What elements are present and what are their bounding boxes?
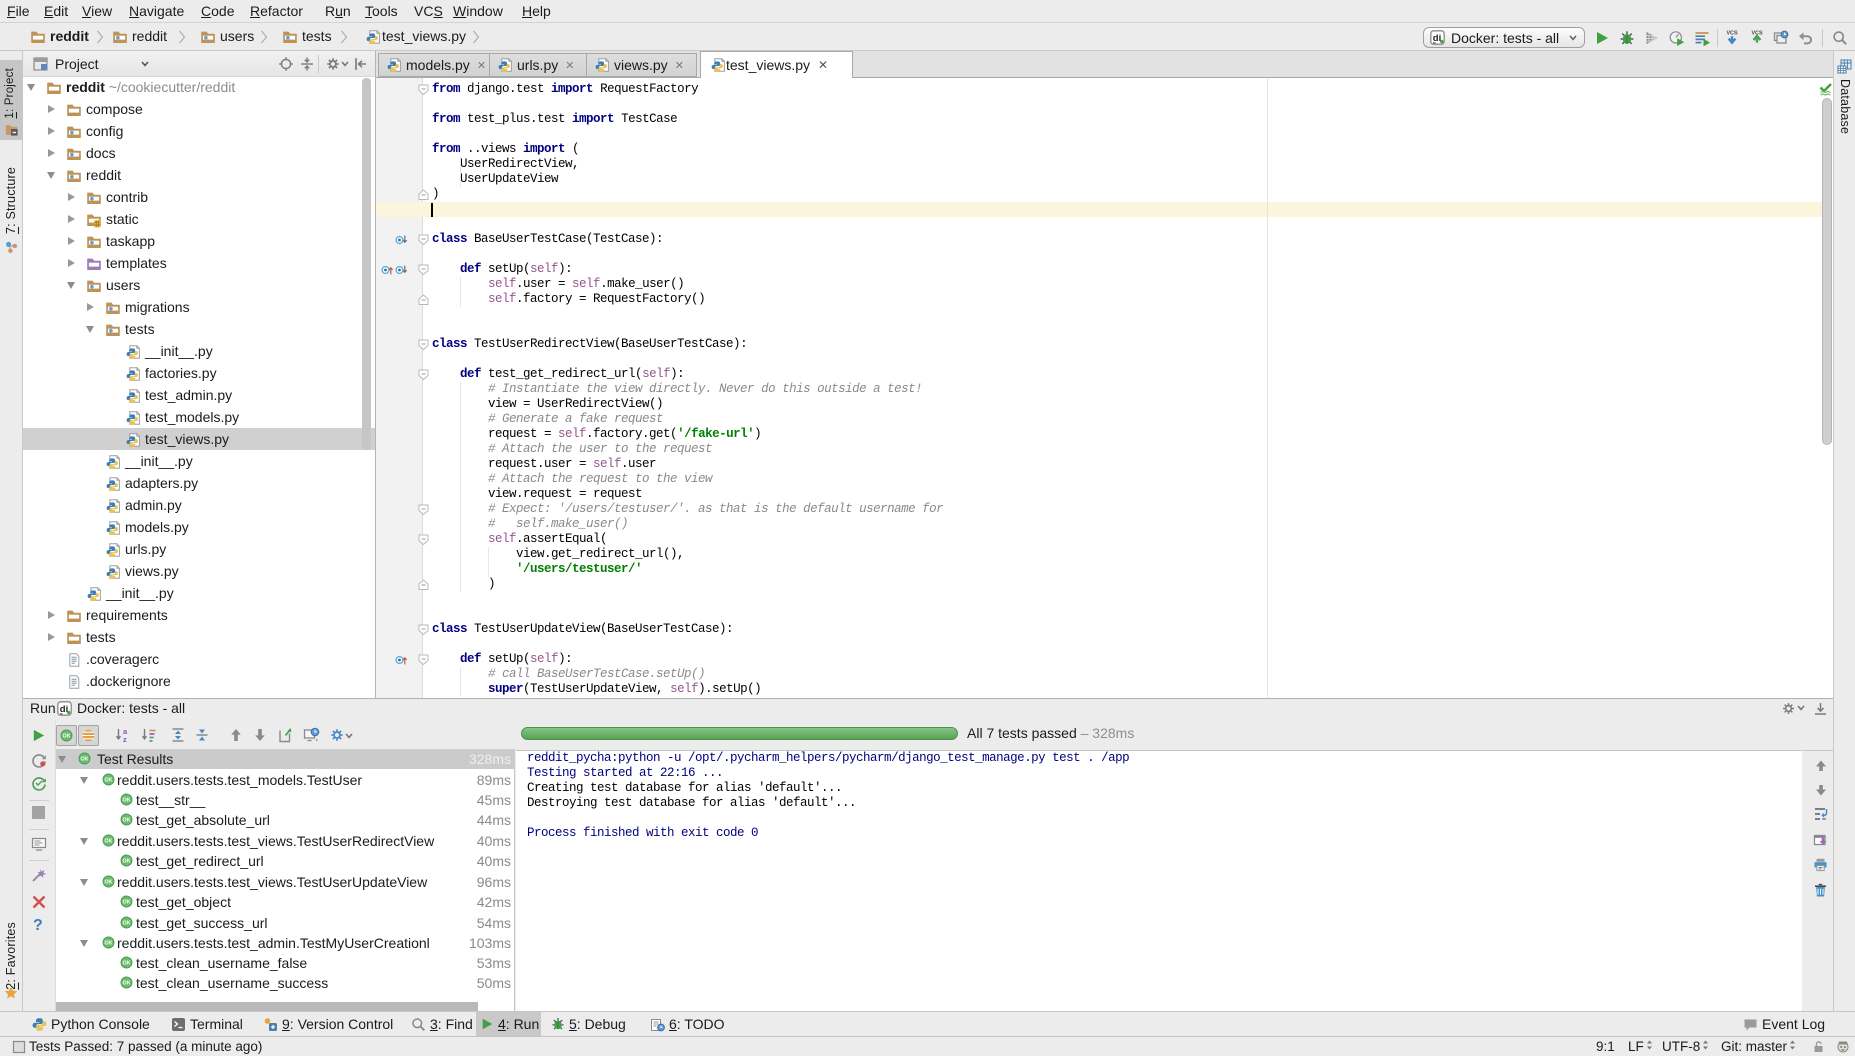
svg-text:OK: OK [122, 961, 130, 967]
svg-text:OK: OK [80, 757, 88, 763]
svg-text:OK: OK [122, 818, 130, 824]
svg-text:OK: OK [104, 880, 112, 886]
svg-text:z: z [123, 735, 127, 743]
svg-text:OK: OK [104, 778, 112, 784]
svg-text:OK: OK [104, 839, 112, 845]
svg-text:OK: OK [122, 859, 130, 865]
svg-text:OK: OK [122, 921, 130, 927]
svg-text:OK: OK [122, 981, 130, 987]
svg-text:OK: OK [104, 941, 112, 947]
svg-text:OK: OK [122, 900, 130, 906]
svg-text:VCS: VCS [1726, 31, 1737, 37]
svg-text:OK: OK [122, 798, 130, 804]
svg-text:OK: OK [62, 734, 70, 740]
